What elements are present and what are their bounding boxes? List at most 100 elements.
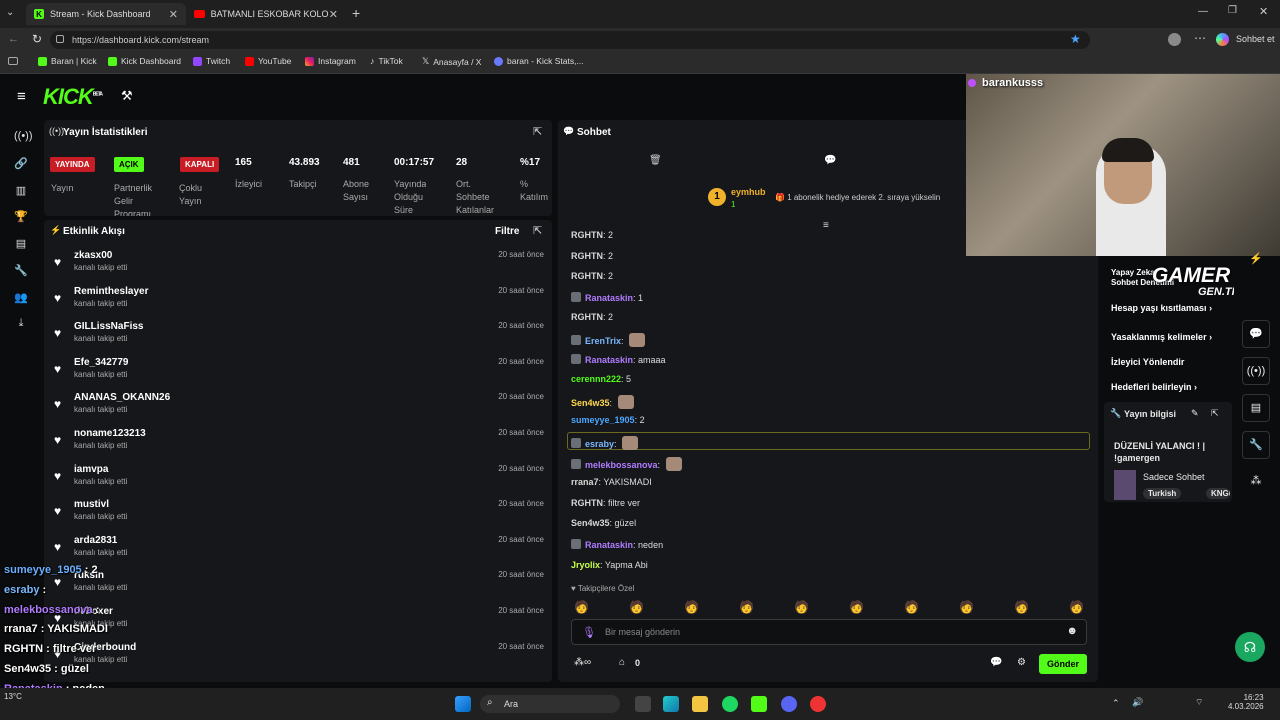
follower-name[interactable]: GILLissNaFiss [74,321,143,332]
new-tab-icon[interactable]: + [352,5,360,21]
chat-message[interactable]: RGHTN: filtre ver [571,498,640,508]
chat-message[interactable]: Ranataskin: 1 [571,291,643,303]
chat-username[interactable]: RGHTN [571,230,603,240]
send-button[interactable]: Gönder [1039,654,1088,674]
bookmark-twitch[interactable]: Twitch [193,56,230,66]
chat-message[interactable]: RGHTN: 2 [571,230,613,240]
library-icon[interactable]: ▤ [14,237,28,251]
follower-name[interactable]: Remintheslayer [74,286,148,297]
trophy-icon[interactable]: 🏆 [14,210,28,224]
stream-broadcast-icon[interactable]: ((•)) [14,130,33,144]
chat-username[interactable]: Ranataskin [585,355,633,365]
emote-icon[interactable]: 🧑 [849,600,864,614]
gift-prompt[interactable]: 🎁 1 abonelik hediye ederek 2. sıraya yük… [775,193,940,202]
hammer-icon[interactable]: ⚒ [121,88,133,104]
chat-message[interactable]: RGHTN: 2 [571,251,613,261]
emote-icon[interactable]: 🧑 [684,600,699,614]
edge-browser-icon[interactable] [663,696,679,712]
bookmark-baran-kick[interactable]: Baran | Kick [38,56,97,66]
community-users-icon[interactable]: 👥 [14,291,28,305]
bookmark-kick-stats[interactable]: baran - Kick Stats,... [494,56,584,66]
filter-button[interactable]: Filtre [495,226,519,237]
chat-username[interactable]: ErenTrix [585,336,621,346]
follower-name[interactable]: arda2831 [74,535,117,546]
follower-name[interactable]: zkasx00 [74,250,112,261]
chat-username[interactable]: Sen4w35 [571,518,610,528]
task-view-icon[interactable] [635,696,651,712]
favorite-star-icon[interactable]: ★ [1070,32,1081,46]
bookmark-x[interactable]: 𝕏 Anasayfa / X [422,56,481,67]
activity-row[interactable]: ♥ Remintheslayer kanalı takip etti 20 saat … [54,286,544,320]
wrench-icon[interactable]: 🔧 [14,264,28,278]
popout-icon[interactable]: ⇱ [533,125,542,138]
chat-username[interactable]: Jryolix [571,560,600,570]
copilot-icon[interactable] [1216,33,1229,46]
discord-icon[interactable] [781,696,797,712]
category-name[interactable]: Sadece Sohbet [1143,472,1205,482]
trash-icon[interactable]: 🗑 [649,155,662,166]
activity-row[interactable]: ♥ Efe_342779 kanalı takip etti 20 saat önce [54,357,544,391]
file-explorer-icon[interactable] [692,696,708,712]
kick-logo[interactable]: KICKBETA [43,84,103,110]
follower-name[interactable]: Efe_342779 [74,357,129,368]
chat-message[interactable]: RGHTN: 2 [571,271,613,281]
chat-bubble-icon[interactable]: 💬 [1242,320,1270,348]
viewer-redirect-item[interactable]: İzleyici Yönlendir [1111,357,1184,367]
chat-username[interactable]: Ranataskin [585,293,633,303]
chat-settings-icon[interactable]: 💬 [990,657,1002,668]
tab-youtube-video[interactable]: BATMANLI ESKOBAR KOLOMBİYA'✕ [186,3,346,25]
more-options-icon[interactable]: ⋯ [1194,31,1206,45]
activity-row[interactable]: ♥ GILLissNaFiss kanalı takip etti 20 saat ö… [54,321,544,355]
edit-pencil-icon[interactable]: ✎ [1191,408,1199,419]
microphone-icon[interactable]: 🎙 [582,626,596,639]
chat-message[interactable]: melekbossanova: [571,456,682,471]
chat-message[interactable]: rrana7: YAKISMADI [571,477,652,487]
activity-row[interactable]: ♥ ANANAS_OKANN26 kanalı takip etti 20 saat … [54,392,544,426]
emote-icon[interactable]: 🧑 [574,600,589,614]
chat-username[interactable]: melekbossanova [585,460,658,470]
set-goals-item[interactable]: Hedefleri belirleyin › [1111,382,1197,392]
chat-username[interactable]: RGHTN [571,498,603,508]
chat-username[interactable]: RGHTN [571,251,603,261]
weather-widget[interactable]: 13°C [4,692,22,701]
back-arrow-icon[interactable]: ← [8,33,19,45]
menu-hamburger-icon[interactable]: ≡ [17,88,26,105]
follower-name[interactable]: noname123213 [74,428,146,439]
pinned-gifter-name[interactable]: eymhub [731,187,766,197]
analytics-chart-icon[interactable]: ▥ [14,184,28,198]
chat-username[interactable]: RGHTN [571,312,603,322]
app-icon[interactable] [751,696,767,712]
share-icon[interactable]: ⁂ [1242,468,1270,496]
tab-kick-dashboard[interactable]: K Stream - Kick Dashboard ✕ [26,3,186,25]
points-infinity-icon[interactable]: ⁂∞ [574,657,591,668]
chat-message[interactable]: Sen4w35: [571,394,634,409]
chat-username[interactable]: sumeyye_1905 [571,415,635,425]
bookmark-instagram[interactable]: Instagram [305,56,356,66]
popout-icon[interactable]: ⇱ [533,224,542,237]
activity-row[interactable]: ♥ noname123213 kanalı takip etti 20 saat ön… [54,428,544,462]
wrench-icon[interactable]: 🔧 [1242,431,1270,459]
account-age-item[interactable]: Hesap yaşı kısıtlaması › [1111,303,1212,313]
ai-moderation-label[interactable]: Yapay Zeka [1111,268,1155,277]
download-icon[interactable]: ⤓ [14,317,28,331]
minimize-window-icon[interactable]: — [1198,6,1208,17]
lightning-icon[interactable]: ⚡ [1242,246,1270,274]
wifi-icon[interactable]: ⌔ [1195,697,1203,708]
broadcast-icon[interactable]: ((•)) [1242,357,1270,385]
emote-icon[interactable]: 🧑 [794,600,809,614]
taskbar-search[interactable]: ⌕ Ara [480,695,620,713]
emote-icon[interactable]: 🧑 [629,600,644,614]
follower-name[interactable]: ANANAS_OKANN26 [74,392,170,403]
close-tab-icon[interactable]: ✕ [329,8,338,21]
tab-list-chevron-icon[interactable]: ⌄ [6,7,14,18]
popout-icon[interactable]: ⇱ [1211,408,1219,419]
speaker-icon[interactable]: 🔊 [1132,697,1143,708]
layout-icon[interactable]: ▤ [1242,394,1270,422]
refresh-icon[interactable]: ↻ [32,32,42,46]
chat-username[interactable]: Ranataskin [585,540,633,550]
close-tab-icon[interactable]: ✕ [169,8,178,21]
emoji-picker-icon[interactable]: ☻ [1066,625,1078,637]
shop-icon[interactable]: ⌂ [619,657,625,668]
collapse-pinned-icon[interactable]: ≡ [823,220,829,231]
url-field[interactable]: https://dashboard.kick.com/stream [50,31,1090,49]
